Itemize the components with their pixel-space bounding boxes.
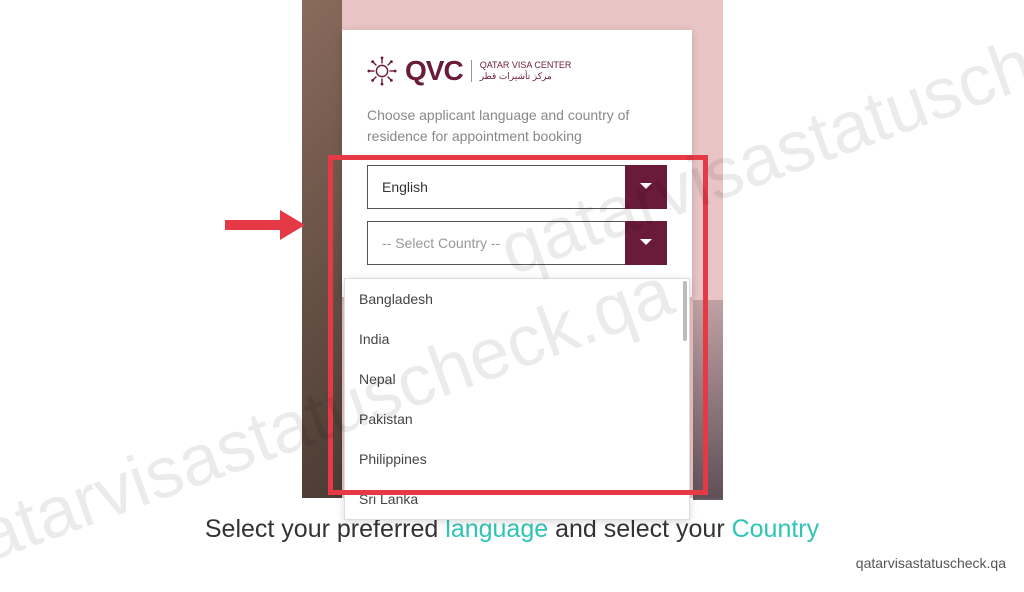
country-option-srilanka[interactable]: Sri Lanka [345,479,689,519]
country-chevron-down-icon[interactable] [625,221,667,265]
logo-subtitle: QATAR VISA CENTER مركز تأشيرات قطر [471,60,572,82]
background-left [302,0,342,498]
logo: QVC QATAR VISA CENTER مركز تأشيرات قطر [367,55,667,87]
background-right [693,300,723,500]
language-select-value: English [368,179,625,195]
logo-sub-arabic: مركز تأشيرات قطر [480,71,572,82]
dropdown-scrollbar[interactable] [683,281,687,341]
instruction-text: Choose applicant language and country of… [367,105,667,147]
country-option-philippines[interactable]: Philippines [345,439,689,479]
caption-highlight-country: Country [732,515,820,543]
country-option-pakistan[interactable]: Pakistan [345,399,689,439]
country-option-bangladesh[interactable]: Bangladesh [345,279,689,319]
country-option-nepal[interactable]: Nepal [345,359,689,399]
language-select[interactable]: English [367,165,667,209]
logo-text: QVC [405,55,463,87]
screenshot-container: QVC QATAR VISA CENTER مركز تأشيرات قطر C… [302,0,723,498]
country-select[interactable]: -- Select Country -- [367,221,667,265]
country-select-placeholder: -- Select Country -- [368,235,625,251]
form-card: QVC QATAR VISA CENTER مركز تأشيرات قطر C… [342,30,692,297]
credit-text: qatarvisastatuscheck.qa [856,555,1006,571]
logo-sub-english: QATAR VISA CENTER [480,60,572,71]
country-option-india[interactable]: India [345,319,689,359]
language-chevron-down-icon[interactable] [625,165,667,209]
country-dropdown-list: Bangladesh India Nepal Pakistan Philippi… [344,278,690,520]
qvc-logo-icon [367,56,397,86]
arrow-annotation-icon [225,210,305,245]
